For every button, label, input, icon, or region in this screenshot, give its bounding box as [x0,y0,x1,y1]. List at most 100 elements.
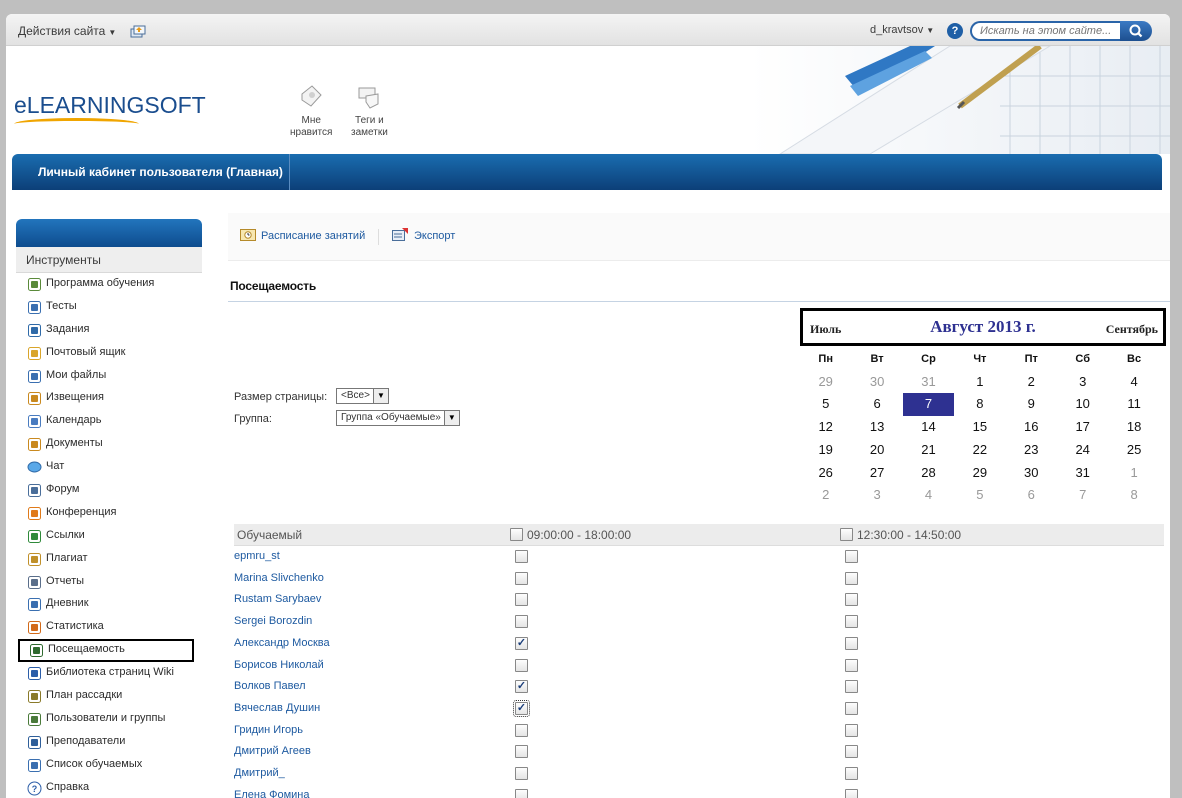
calendar-day[interactable]: 8 [954,393,1005,416]
calendar-day[interactable]: 22 [954,439,1005,462]
calendar-day[interactable]: 29 [954,462,1005,485]
search-button[interactable] [1120,21,1152,41]
learner-name-link[interactable]: Marina Slivchenko [234,572,324,584]
slot2-checkbox[interactable] [845,767,858,780]
schedule-link[interactable]: Расписание занятий [261,230,365,242]
select-all-slot1-checkbox[interactable] [510,528,523,541]
learner-name-link[interactable]: Елена Фомина [234,789,310,798]
calendar-day[interactable]: 3 [851,484,902,507]
sidebar-item-12[interactable]: Ссылки [16,525,202,548]
sidebar-item-21[interactable]: Преподаватели [16,731,202,754]
site-actions-menu[interactable]: Действия сайта ▼ [18,24,116,38]
calendar-day[interactable]: 6 [1006,484,1057,507]
slot2-checkbox[interactable] [845,636,858,650]
slot2-checkbox[interactable] [845,593,858,607]
tags-notes-button[interactable]: Теги и заметки [351,84,388,139]
export-link[interactable]: Экспорт [414,230,455,242]
slot2-checkbox[interactable] [845,550,858,563]
slot1-checkbox[interactable] [515,658,528,672]
slot2-checkbox[interactable] [845,571,858,585]
slot1-checkbox[interactable] [515,788,528,798]
slot2-checkbox[interactable] [845,680,858,694]
slot1-checkbox[interactable] [515,550,528,563]
calendar-day-selected[interactable]: 7 [902,393,955,417]
sidebar-item-2[interactable]: Тесты [16,296,202,319]
calendar-day[interactable]: 26 [800,462,851,485]
learner-name-link[interactable]: Вячеслав Душин [234,702,320,714]
slot2-checkbox[interactable] [845,745,858,759]
calendar-day[interactable]: 5 [954,484,1005,507]
learner-name-link[interactable]: Sergei Borozdin [234,615,312,627]
learner-name-link[interactable]: Rustam Sarybaev [234,593,321,605]
calendar-day[interactable]: 21 [903,439,954,462]
slot2-checkbox[interactable] [845,701,858,715]
calendar-day[interactable]: 16 [1006,416,1057,439]
tab-home-cabinet[interactable]: Личный кабинет пользователя (Главная) [12,154,290,190]
calendar-day[interactable]: 4 [1108,371,1159,394]
sidebar-item-23[interactable]: ? Справка [16,777,202,798]
sidebar-item-14[interactable]: Отчеты [16,571,202,594]
calendar-day[interactable]: 1 [954,371,1005,394]
learner-name-link[interactable]: Дмитрий_ [234,767,285,779]
calendar-day[interactable]: 30 [851,371,902,394]
learner-name-link[interactable]: epmru_st [234,550,280,562]
page-size-select[interactable]: <Все> ▼ [336,388,389,404]
calendar-day[interactable]: 2 [800,484,851,507]
calendar-day[interactable]: 31 [1057,462,1108,485]
calendar-day[interactable]: 18 [1108,416,1159,439]
slot1-checkbox[interactable]: ✓ [515,636,528,650]
calendar-day[interactable]: 7 [1057,484,1108,507]
user-menu[interactable]: d_kravtsov ▼ [870,24,934,36]
slot1-checkbox[interactable] [515,723,528,737]
sidebar-item-15[interactable]: Дневник [16,593,202,616]
calendar-day[interactable]: 3 [1057,371,1108,394]
slot1-checkbox[interactable] [515,767,528,780]
site-logo[interactable]: eLEARNINGSOFT [14,92,206,119]
calendar-day[interactable]: 13 [851,416,902,439]
calendar-day[interactable]: 8 [1108,484,1159,507]
learner-name-link[interactable]: Гридин Игорь [234,724,303,736]
sidebar-item-7[interactable]: Календарь [16,410,202,433]
calendar-day[interactable]: 20 [851,439,902,462]
sidebar-item-13[interactable]: Плагиат [16,548,202,571]
sidebar-item-3[interactable]: Задания [16,319,202,342]
learner-name-link[interactable]: Борисов Николай [234,659,324,671]
sidebar-item-19[interactable]: План рассадки [16,685,202,708]
sidebar-item-18[interactable]: Библиотека страниц Wiki [16,662,202,685]
calendar-day[interactable]: 25 [1108,439,1159,462]
calendar-next-month[interactable]: Сентябрь [1106,322,1158,337]
calendar-day[interactable]: 9 [1006,393,1057,416]
calendar-day[interactable]: 31 [903,371,954,394]
slot1-checkbox[interactable] [515,745,528,759]
calendar-day[interactable]: 4 [903,484,954,507]
calendar-day[interactable]: 27 [851,462,902,485]
sidebar-item-10[interactable]: Форум [16,479,202,502]
learner-name-link[interactable]: Александр Москва [234,637,330,649]
calendar-day[interactable]: 29 [800,371,851,394]
calendar-day[interactable]: 17 [1057,416,1108,439]
learner-name-link[interactable]: Дмитрий Агеев [234,745,311,757]
group-select[interactable]: Группа «Обучаемые» ▼ [336,410,460,426]
sidebar-item-11[interactable]: Конференция [16,502,202,525]
calendar-day[interactable]: 28 [903,462,954,485]
sidebar-item-9[interactable]: Чат [16,456,202,479]
sidebar-item-16[interactable]: Статистика [16,616,202,639]
sidebar-item-20[interactable]: Пользователи и группы [16,708,202,731]
slot2-checkbox[interactable] [845,723,858,737]
like-button[interactable]: Мне нравится [290,84,332,139]
search-input[interactable] [970,21,1122,41]
sidebar-item-5[interactable]: Мои файлы [16,365,202,388]
calendar-day[interactable]: 24 [1057,439,1108,462]
navigate-up-icon[interactable] [130,24,146,38]
calendar-day[interactable]: 10 [1057,393,1108,416]
sidebar-item-17[interactable]: Посещаемость [18,639,194,663]
slot1-checkbox[interactable]: ✓ [515,680,528,694]
sidebar-item-6[interactable]: Извещения [16,387,202,410]
slot2-checkbox[interactable] [845,788,858,798]
calendar-day[interactable]: 23 [1006,439,1057,462]
slot2-checkbox[interactable] [845,658,858,672]
select-all-slot2-checkbox[interactable] [840,528,853,541]
help-icon[interactable]: ? [947,23,963,39]
sidebar-item-22[interactable]: Список обучаемых [16,754,202,777]
calendar-day[interactable]: 19 [800,439,851,462]
